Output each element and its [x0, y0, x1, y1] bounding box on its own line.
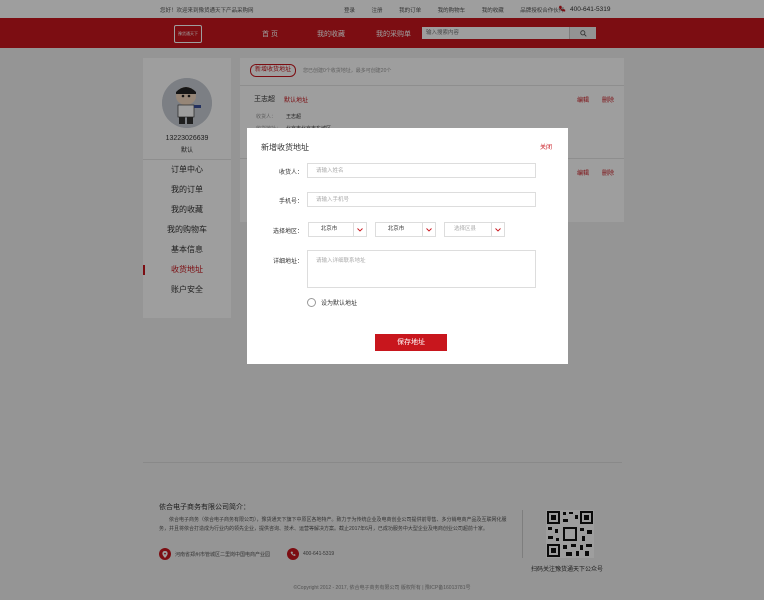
chevron-down-icon	[353, 223, 366, 236]
chevron-down-icon	[491, 223, 504, 236]
save-address-button[interactable]: 保存地址	[375, 334, 447, 351]
region-field-label: 选择地区：	[272, 229, 303, 235]
default-radio[interactable]	[307, 298, 316, 307]
district-value: 选择区县	[453, 226, 476, 232]
set-default-option[interactable]: 设为默认地址	[307, 298, 357, 307]
receiver-field-label: 收货人：	[278, 170, 303, 176]
chevron-down-icon	[422, 223, 435, 236]
add-address-dialog: 新增收货地址 关闭 收货人： 请输入姓名 手机号： 请输入手机号 选择地区： 北…	[247, 128, 568, 364]
phone-field-label: 手机号：	[278, 199, 303, 205]
province-value: 北京市	[320, 226, 338, 232]
receiver-name-input[interactable]: 请输入姓名	[307, 163, 536, 178]
detail-field-label: 详细地址：	[272, 259, 303, 265]
phone-input[interactable]: 请输入手机号	[307, 192, 536, 207]
detail-address-textarea[interactable]: 请输入详细联系地址	[307, 250, 536, 288]
city-select[interactable]: 北京市	[375, 222, 436, 237]
district-select[interactable]: 选择区县	[444, 222, 505, 237]
city-value: 北京市	[387, 226, 405, 232]
set-default-label: 设为默认地址	[321, 301, 358, 307]
dialog-title: 新增收货地址	[261, 143, 309, 152]
province-select[interactable]: 北京市	[308, 222, 367, 237]
close-button[interactable]: 关闭	[540, 142, 552, 151]
